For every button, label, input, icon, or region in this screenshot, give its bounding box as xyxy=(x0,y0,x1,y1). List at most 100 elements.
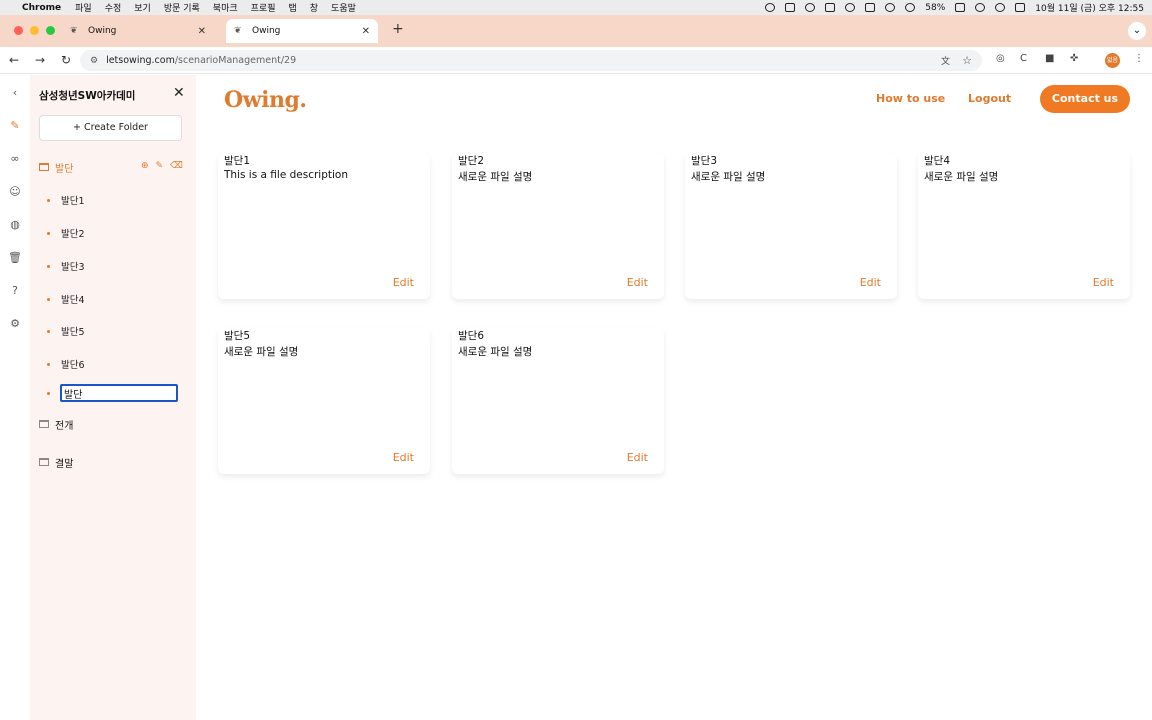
card-edit-link[interactable]: Edit xyxy=(627,276,648,289)
file-card[interactable]: 발단4 새로운 파일 설명 Edit xyxy=(918,153,1130,299)
extension-icon[interactable]: ◎ xyxy=(996,53,1005,64)
contact-us-button[interactable]: Contact us xyxy=(1040,85,1130,113)
file-item[interactable]: 발단2 xyxy=(47,225,85,241)
file-name: 발단4 xyxy=(61,295,85,306)
collapse-chevron-icon[interactable]: ‹ xyxy=(8,86,22,100)
menu-tab[interactable]: 탭 xyxy=(288,1,296,14)
extension-red-icon[interactable]: ■ xyxy=(1045,53,1054,64)
new-tab-icon[interactable]: + xyxy=(392,21,404,37)
bookmark-star-icon[interactable]: ☆ xyxy=(962,54,972,67)
tab-search-chevron-icon[interactable]: ⌄ xyxy=(1128,22,1146,40)
tab-close-icon[interactable]: ✕ xyxy=(362,26,370,37)
tab-close-icon[interactable]: ✕ xyxy=(198,26,206,37)
owing-logo[interactable]: Owing. xyxy=(224,87,307,113)
card-edit-link[interactable]: Edit xyxy=(860,276,881,289)
file-card[interactable]: 발단1 This is a file description Edit xyxy=(218,153,430,299)
reload-icon[interactable]: ↻ xyxy=(54,53,78,67)
card-edit-link[interactable]: Edit xyxy=(393,451,414,464)
help-icon[interactable]: ? xyxy=(8,284,22,298)
card-description: 새로운 파일 설명 xyxy=(691,171,766,183)
forward-arrow-icon[interactable]: → xyxy=(28,53,52,67)
extension-c-icon[interactable]: C xyxy=(1020,53,1027,64)
card-title: 발단5 xyxy=(224,330,251,342)
how-to-use-link[interactable]: How to use xyxy=(876,92,945,105)
create-folder-button[interactable]: + Create Folder xyxy=(39,115,182,141)
bullet-icon xyxy=(47,198,50,202)
close-sidebar-icon[interactable]: ✕ xyxy=(173,85,185,101)
card-edit-link[interactable]: Edit xyxy=(393,276,414,289)
browser-tab[interactable]: ❦ Owing ✕ xyxy=(62,19,214,43)
close-window-icon[interactable] xyxy=(14,26,23,35)
file-item[interactable]: 발단4 xyxy=(47,291,85,307)
browser-tabstrip: ❦ Owing ✕ ❦ Owing ✕ + ⌄ xyxy=(0,15,1152,47)
card-description: 새로운 파일 설명 xyxy=(924,171,999,183)
menu-help[interactable]: 도움말 xyxy=(331,1,356,14)
extensions-puzzle-icon[interactable]: ✜ xyxy=(1070,53,1078,64)
file-card[interactable]: 발단3 새로운 파일 설명 Edit xyxy=(685,153,897,299)
wifi-icon[interactable] xyxy=(975,3,986,12)
browser-tab-active[interactable]: ❦ Owing ✕ xyxy=(226,19,378,43)
minimize-window-icon[interactable] xyxy=(30,26,39,35)
file-item[interactable]: 발단1 xyxy=(47,192,85,208)
menubar-clock[interactable]: 10월 11일 (금) 오후 12:55 xyxy=(1035,1,1144,14)
menu-file[interactable]: 파일 xyxy=(75,1,92,14)
folder-item[interactable]: 발단 xyxy=(39,157,73,177)
control-center-icon[interactable] xyxy=(1015,3,1026,12)
file-item[interactable]: 발단5 xyxy=(47,323,85,339)
menu-window[interactable]: 창 xyxy=(310,1,318,14)
edit-folder-icon[interactable]: ✎ xyxy=(156,161,164,171)
card-title: 발단2 xyxy=(458,155,485,167)
menu-view[interactable]: 보기 xyxy=(134,1,151,14)
bluetooth-icon[interactable] xyxy=(905,3,916,12)
menu-bookmarks[interactable]: 북마크 xyxy=(213,1,238,14)
logout-link[interactable]: Logout xyxy=(968,92,1011,105)
file-card[interactable]: 발단2 새로운 파일 설명 Edit xyxy=(452,153,664,299)
clock-icon[interactable] xyxy=(805,3,816,12)
folder-icon xyxy=(39,458,49,466)
record-icon[interactable] xyxy=(765,3,776,12)
site-info-icon[interactable]: ⚙ xyxy=(90,56,98,66)
file-card[interactable]: 발단6 새로운 파일 설명 Edit xyxy=(452,328,664,474)
tab-title: Owing xyxy=(252,26,281,36)
zoom-window-icon[interactable] xyxy=(46,26,55,35)
settings-gear-icon[interactable]: ⚙ xyxy=(8,317,22,331)
play-icon[interactable] xyxy=(885,3,896,12)
menu-edit[interactable]: 수정 xyxy=(105,1,122,14)
card-description: 새로운 파일 설명 xyxy=(224,346,299,358)
cloud-icon[interactable] xyxy=(845,3,856,12)
card-edit-link[interactable]: Edit xyxy=(1093,276,1114,289)
user-icon[interactable]: ☺ xyxy=(8,185,22,199)
bullet-icon xyxy=(47,329,50,333)
back-arrow-icon[interactable]: ← xyxy=(2,53,26,67)
profile-avatar[interactable]: 없음 xyxy=(1105,53,1120,68)
bullet-icon xyxy=(47,362,50,366)
bullet-icon xyxy=(47,264,50,268)
notion-icon[interactable] xyxy=(825,3,836,12)
file-card[interactable]: 발단5 새로운 파일 설명 Edit xyxy=(218,328,430,474)
menu-profiles[interactable]: 프로필 xyxy=(251,1,276,14)
card-edit-link[interactable]: Edit xyxy=(627,451,648,464)
menubar-app-name[interactable]: Chrome xyxy=(22,3,61,13)
delete-folder-icon[interactable]: ⌫ xyxy=(170,161,183,171)
chrome-menu-icon[interactable]: ⋮ xyxy=(1134,53,1144,64)
link-icon[interactable]: ∞ xyxy=(8,152,22,166)
battery-icon[interactable] xyxy=(955,3,966,12)
pen-icon[interactable]: ✎ xyxy=(8,119,22,133)
spotlight-search-icon[interactable] xyxy=(995,3,1006,12)
translate-icon[interactable]: 文 xyxy=(941,54,950,67)
trash-icon[interactable]: 🗑 xyxy=(8,251,22,265)
folder-item[interactable]: 결말 xyxy=(39,452,73,472)
file-item[interactable]: 발단3 xyxy=(47,258,85,274)
folder-item[interactable]: 전개 xyxy=(39,414,73,434)
rename-file-input[interactable] xyxy=(60,384,178,402)
add-file-icon[interactable]: ⊕ xyxy=(141,161,149,171)
file-name: 발단1 xyxy=(61,196,85,207)
display-icon[interactable] xyxy=(865,3,876,12)
new-file-item xyxy=(47,385,61,401)
folder-name: 전개 xyxy=(55,420,74,432)
status-app-icon[interactable] xyxy=(785,3,796,12)
globe-icon[interactable]: ◍ xyxy=(8,218,22,232)
file-item[interactable]: 발단6 xyxy=(47,356,85,372)
address-bar[interactable]: ⚙ letsowing.com/scenarioManagement/29 文 … xyxy=(80,50,982,71)
menu-history[interactable]: 방문 기록 xyxy=(164,1,200,14)
